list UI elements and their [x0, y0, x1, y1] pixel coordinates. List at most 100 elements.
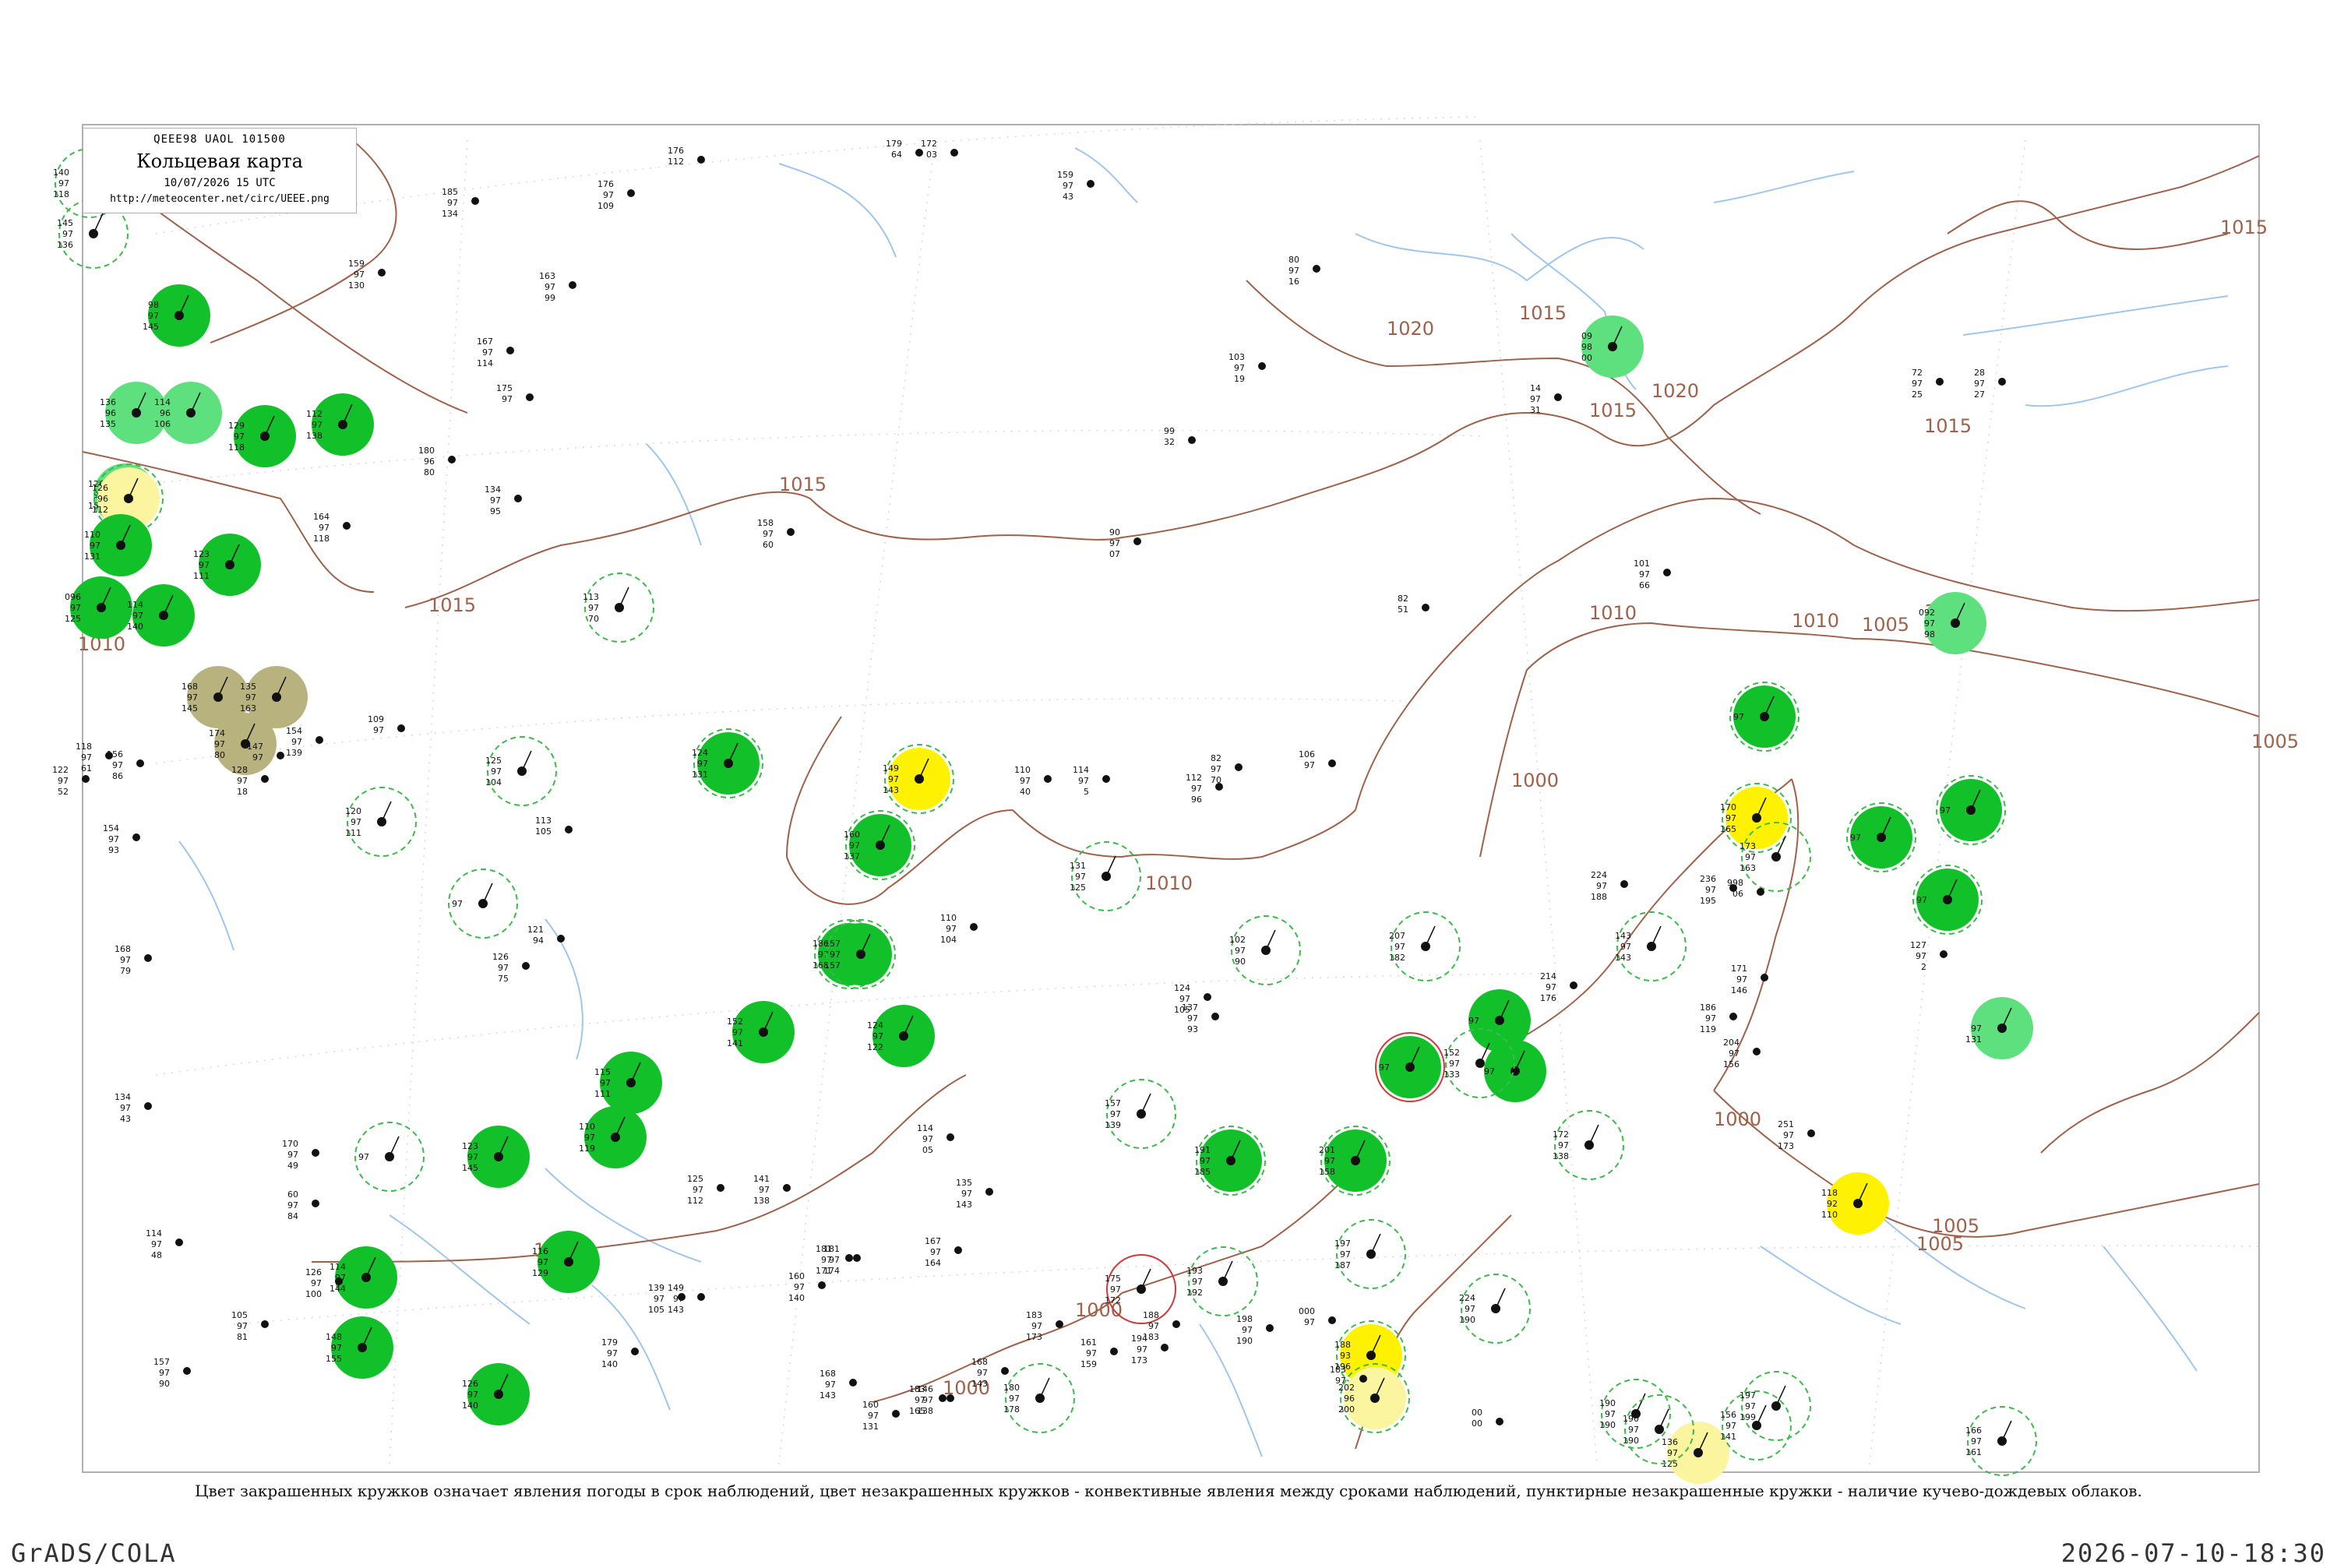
station-value: 97	[1620, 942, 1631, 952]
station-value: 140	[601, 1359, 618, 1369]
isobar-label: 1020	[1651, 380, 1699, 402]
station-dot	[277, 752, 284, 759]
station-value: 97	[70, 603, 81, 613]
station-value: 43	[1063, 192, 1073, 202]
station-value: 154	[103, 823, 119, 833]
station-value: 97	[888, 774, 899, 784]
station-dot	[1753, 1048, 1761, 1055]
station-value: 190	[1623, 1414, 1639, 1424]
station-value: 111	[193, 571, 210, 581]
station-value: 154	[286, 726, 302, 736]
station-value: 140	[462, 1401, 478, 1411]
station-value: 97	[482, 347, 493, 358]
isobar-label: 1020	[1387, 318, 1434, 340]
station-value: 197	[1334, 1239, 1351, 1249]
station-value: 111	[345, 828, 361, 838]
station-value: 97	[693, 1185, 703, 1195]
station-value: 174	[823, 1266, 840, 1276]
station-value: 97	[1971, 1436, 1982, 1446]
station-value: 168	[820, 1369, 836, 1379]
station-value: 97	[502, 394, 513, 404]
station-dot	[312, 1149, 319, 1157]
station-value: 97	[1725, 1421, 1736, 1431]
station-value: 97	[1394, 942, 1405, 952]
station-light_green-none: 099800	[1581, 315, 1644, 378]
station-value: 131	[84, 551, 100, 562]
station-value: 172	[921, 139, 937, 149]
station-dot	[1204, 993, 1211, 1001]
station-value: 80	[1288, 255, 1299, 265]
station-value: 97	[1745, 1401, 1756, 1411]
station-value: 101	[1634, 558, 1650, 569]
station-value: 137	[844, 851, 860, 862]
station-value: 198	[1236, 1314, 1253, 1324]
isobar-label: 1015	[1519, 302, 1567, 324]
station-value: 251	[1778, 1119, 1794, 1129]
station-value: 94	[533, 936, 544, 946]
station-value: 180	[1003, 1383, 1020, 1393]
station-value: 97	[697, 759, 708, 769]
station-value: 97	[252, 752, 263, 763]
station-value: 97	[830, 950, 841, 960]
station-dot	[136, 759, 144, 767]
station-value: 138	[753, 1196, 770, 1206]
station-dot	[845, 1254, 853, 1262]
station-value: 134	[442, 209, 458, 219]
station-value: 195	[1700, 896, 1716, 906]
station-value: 143	[1615, 931, 1631, 941]
station-value: 131	[1965, 1034, 1982, 1045]
station-value: 152	[1443, 1048, 1460, 1058]
station-value: 97	[1335, 1376, 1346, 1386]
station-value: 174	[209, 728, 225, 738]
station-dot	[915, 149, 923, 157]
station-value: 18	[237, 787, 248, 797]
station-value: 00	[1581, 353, 1592, 363]
station-value: 97	[1086, 1348, 1097, 1358]
map-frame	[82, 124, 2260, 1473]
station-value: 161	[1080, 1337, 1097, 1348]
station-dot	[1087, 180, 1094, 188]
station-dark_green-none: 97	[1484, 1040, 1546, 1102]
station-value: 136	[1662, 1437, 1678, 1447]
station-value: 03	[926, 150, 937, 160]
station-value: 93	[1187, 1024, 1198, 1034]
station-value: 134	[115, 1092, 131, 1102]
station-value: 82	[1211, 753, 1221, 763]
map-title: Кольцевая карта	[136, 150, 303, 172]
station-value: 131	[862, 1422, 879, 1432]
station-value: 146	[1731, 985, 1747, 995]
station-dot	[1554, 393, 1562, 401]
station-value: 97	[1912, 379, 1923, 389]
station-dark_green-red: 97	[1375, 1032, 1445, 1102]
station-dot	[1359, 1375, 1367, 1383]
station-value: 125	[485, 756, 502, 766]
station-value: 97	[1078, 776, 1089, 786]
station-value: 97	[159, 1368, 170, 1378]
footer-software: GrADS/COLA	[11, 1538, 177, 1568]
station-value: 97	[245, 692, 256, 703]
station-value: 000	[1299, 1306, 1315, 1316]
station-dot	[1496, 1418, 1503, 1425]
station-dot	[343, 522, 351, 530]
station-value: 104	[940, 935, 957, 945]
station-value: 123	[193, 549, 210, 559]
station-value: 97	[187, 692, 198, 703]
station-dot	[946, 1133, 954, 1141]
station-value: 97	[1191, 784, 1202, 794]
station-value: 97	[287, 1150, 298, 1160]
station-value: 105	[535, 826, 552, 837]
station-value: 25	[1912, 389, 1923, 400]
station-value: 110	[84, 530, 100, 540]
station-value: 118	[228, 442, 245, 453]
station-value: 97	[1288, 266, 1299, 276]
station-dot	[82, 775, 90, 783]
station-value: 163	[539, 271, 555, 281]
station-dot	[1620, 880, 1628, 888]
station-value: 138	[306, 431, 323, 441]
station-value: 126	[492, 952, 509, 962]
station-value: 97	[1974, 379, 1985, 389]
station-value: 114	[917, 1123, 933, 1133]
station-dot	[335, 1277, 343, 1285]
station-value: 120	[345, 806, 361, 816]
station-value: 224	[1459, 1293, 1475, 1303]
